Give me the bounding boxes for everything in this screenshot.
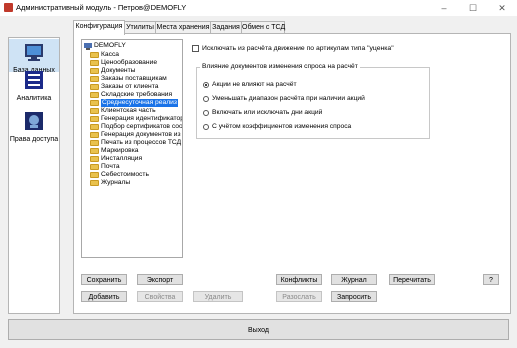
tree-item[interactable]: Заказы от клиента <box>90 83 158 91</box>
tree-item[interactable]: Почта <box>90 163 120 171</box>
folder-icon <box>90 108 99 114</box>
folder-icon <box>90 164 99 170</box>
tree-item[interactable]: Генерация документов из <box>90 131 181 139</box>
demand-influence-title: Влияние документов изменения спроса на р… <box>200 63 360 70</box>
add-button[interactable]: Добавить <box>81 291 127 302</box>
sidebar-item-access[interactable]: Права доступа <box>9 108 59 149</box>
request-button[interactable]: Запросить <box>331 291 377 302</box>
folder-icon <box>90 92 99 98</box>
computer-icon <box>84 42 92 50</box>
folder-icon <box>90 132 99 138</box>
properties-button[interactable]: Свойства <box>137 291 183 302</box>
radio-button[interactable] <box>203 109 209 116</box>
tree-item[interactable]: Генерация идентификатор <box>90 115 182 123</box>
tree-root[interactable]: DEMOFLY <box>84 42 126 50</box>
sidebar: База данных Аналитика Права доступа <box>8 37 60 314</box>
save-button[interactable]: Сохранить <box>81 274 127 285</box>
folder-icon <box>90 60 99 66</box>
folder-icon <box>90 116 99 122</box>
folder-icon <box>90 52 99 58</box>
radio-option-include-exclude-days[interactable]: Включать или исключать дни акций <box>203 109 322 116</box>
tree-item[interactable]: Подбор сертификатов соо <box>90 123 182 131</box>
folder-icon <box>90 124 99 130</box>
config-tree[interactable]: DEMOFLY Касса Ценообразование Документы … <box>81 39 183 258</box>
export-button[interactable]: Экспорт <box>137 274 183 285</box>
reread-button[interactable]: Перечитать <box>389 274 435 285</box>
tree-item[interactable]: Журналы <box>90 179 130 187</box>
exclude-markdown-setting[interactable]: Исключать из расчёта движение по артикул… <box>192 45 394 52</box>
exit-button[interactable]: Выход <box>8 319 509 340</box>
tree-item[interactable]: Ценообразование <box>90 59 157 67</box>
tree-item-selected[interactable]: Среднесуточная реализ <box>90 99 178 107</box>
access-rights-icon <box>25 112 43 130</box>
app-icon <box>4 3 13 12</box>
conflicts-button[interactable]: Конфликты <box>276 274 322 285</box>
close-button[interactable]: ✕ <box>489 0 515 16</box>
analytics-icon <box>25 71 43 89</box>
title-bar: Административный модуль - Петров@DEMOFLY… <box>0 0 517 16</box>
folder-icon <box>90 68 99 74</box>
exclude-markdown-label: Исключать из расчёта движение по артикул… <box>202 45 394 52</box>
journal-button[interactable]: Журнал <box>331 274 377 285</box>
radio-option-demand-coefficients[interactable]: С учётом коэффициентов изменения спроса <box>203 123 351 130</box>
exclude-markdown-checkbox[interactable] <box>192 45 199 52</box>
tree-item[interactable]: Себестоимость <box>90 171 149 179</box>
minimize-button[interactable]: – <box>431 0 457 16</box>
folder-icon <box>90 76 99 82</box>
folder-icon <box>90 140 99 146</box>
tree-item[interactable]: Маркировка <box>90 147 139 155</box>
folder-icon <box>90 100 99 106</box>
folder-icon <box>90 180 99 186</box>
window-title: Административный модуль - Петров@DEMOFLY <box>16 3 187 12</box>
radio-button[interactable] <box>203 81 209 88</box>
folder-icon <box>90 156 99 162</box>
tab-configuration[interactable]: Конфигурация <box>73 20 125 35</box>
delete-button[interactable]: Удалить <box>193 291 243 302</box>
tree-item[interactable]: Документы <box>90 67 135 75</box>
tree-item[interactable]: Касса <box>90 51 119 59</box>
sidebar-item-label: Права доступа <box>9 136 59 143</box>
maximize-button[interactable]: ☐ <box>460 0 486 16</box>
radio-button[interactable] <box>203 95 209 102</box>
tree-item[interactable]: Клиентская часть <box>90 107 156 115</box>
tree-item[interactable]: Заказы поставщикам <box>90 75 167 83</box>
radio-option-no-influence[interactable]: Акции не влияют на расчёт <box>203 81 297 88</box>
sidebar-item-label: Аналитика <box>16 95 52 102</box>
database-icon <box>25 44 43 61</box>
sidebar-item-analytics[interactable]: Аналитика <box>9 67 59 102</box>
folder-icon <box>90 148 99 154</box>
folder-icon <box>90 84 99 90</box>
tree-item[interactable]: Печать из процессов ТСД <box>90 139 181 147</box>
tree-item[interactable]: Инсталляция <box>90 155 142 163</box>
radio-option-reduce-range[interactable]: Уменьшать диапазон расчёта при наличии а… <box>203 95 365 102</box>
help-button[interactable]: ? <box>483 274 499 285</box>
radio-button[interactable] <box>203 123 209 130</box>
folder-icon <box>90 172 99 178</box>
send-button[interactable]: Разослать <box>276 291 322 302</box>
tree-item[interactable]: Складские требования <box>90 91 172 99</box>
